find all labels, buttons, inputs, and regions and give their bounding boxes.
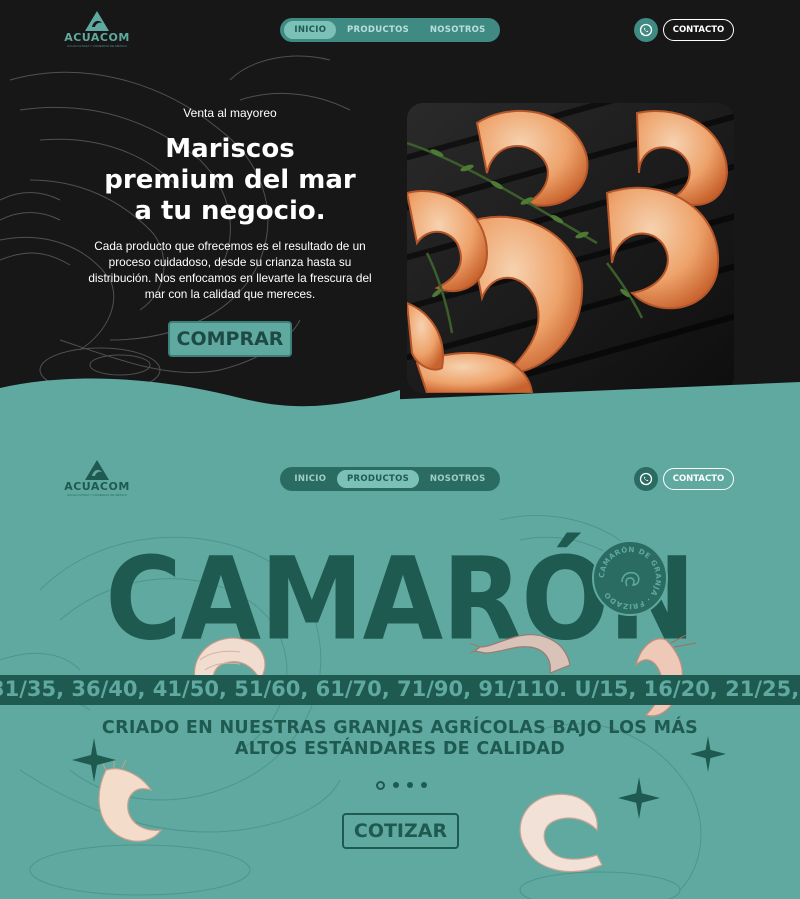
shrimp-icon (621, 571, 640, 587)
carousel-dot-1[interactable] (376, 780, 385, 790)
hero-kicker: Venta al mayoreo (183, 106, 277, 120)
contact-button[interactable]: CONTACTO (663, 19, 734, 41)
nav-inicio[interactable]: INICIO (284, 21, 337, 39)
farm-shrimp-badge: CAMARÓN DE GRANJA · FRIZADO (592, 540, 668, 616)
whatsapp-button[interactable] (634, 467, 658, 491)
tagline-line-1: CRIADO EN NUESTRAS GRANJAS AGRÍCOLAS BAJ… (101, 718, 699, 738)
tagline-line-2: ALTOS ESTÁNDARES DE CALIDAD (234, 739, 566, 759)
logo-wordmark: ACUACOM (64, 480, 130, 493)
contact-button[interactable]: CONTACTO (663, 468, 734, 490)
shrimp-image (519, 793, 603, 873)
buy-button[interactable]: COMPRAR (168, 321, 292, 357)
carousel-dot-2[interactable] (393, 782, 399, 788)
carousel-dot-3[interactable] (407, 782, 413, 788)
shrimp-triangle-logo-icon (85, 460, 109, 480)
hero-section: ACUACOM ACUACULTURA Y COMERCIO DE MÉXICO… (0, 0, 800, 420)
hero-title-line-1: Mariscos (165, 134, 295, 164)
carousel-dots (376, 780, 436, 790)
logo-wordmark: ACUACOM (64, 31, 130, 44)
hero-description: Cada producto que ofrecemos es el result… (88, 239, 372, 301)
main-nav: INICIO PRODUCTOS NOSOTROS (280, 18, 500, 42)
quote-button[interactable]: COTIZAR (342, 813, 459, 849)
sizes-marquee: 31/35, 36/40, 41/50, 51/60, 61/70, 71/90… (0, 675, 800, 705)
logo-tagline: ACUACULTURA Y COMERCIO DE MÉXICO (67, 493, 127, 497)
whatsapp-icon (639, 23, 653, 37)
nav-productos[interactable]: PRODUCTOS (337, 21, 419, 39)
whatsapp-button[interactable] (634, 18, 658, 42)
shrimp-triangle-logo-icon (85, 11, 109, 31)
whatsapp-icon (639, 472, 653, 486)
logo-tagline: ACUACULTURA Y COMERCIO DE MÉXICO (67, 44, 127, 48)
hero-title-line-3: a tu negocio. (134, 196, 326, 226)
nav-nosotros[interactable]: NOSOTROS (420, 470, 496, 488)
product-section: ACUACOM ACUACULTURA Y COMERCIO DE MÉXICO… (0, 420, 800, 899)
nav-nosotros[interactable]: NOSOTROS (420, 21, 496, 39)
product-nav: INICIO PRODUCTOS NOSOTROS (280, 467, 500, 491)
logo[interactable]: ACUACOM ACUACULTURA Y COMERCIO DE MÉXICO (62, 10, 132, 50)
sizes-list: 31/35, 36/40, 41/50, 51/60, 61/70, 71/90… (0, 677, 800, 701)
wave-divider (0, 378, 800, 420)
logo-secondary[interactable]: ACUACOM ACUACULTURA Y COMERCIO DE MÉXICO (62, 459, 132, 499)
carousel-dot-4[interactable] (421, 782, 427, 788)
nav-inicio[interactable]: INICIO (284, 470, 336, 488)
sparkle-star-icon (618, 777, 660, 819)
nav-productos[interactable]: PRODUCTOS (337, 470, 420, 488)
grilled-shrimp-photo (407, 103, 734, 393)
hero-title: Mariscos premium del mar a tu negocio. (90, 134, 370, 227)
product-tagline: CRIADO EN NUESTRAS GRANJAS AGRÍCOLAS BAJ… (70, 718, 730, 760)
hero-title-line-2: premium del mar (104, 165, 356, 195)
shrimp-image (470, 634, 571, 674)
